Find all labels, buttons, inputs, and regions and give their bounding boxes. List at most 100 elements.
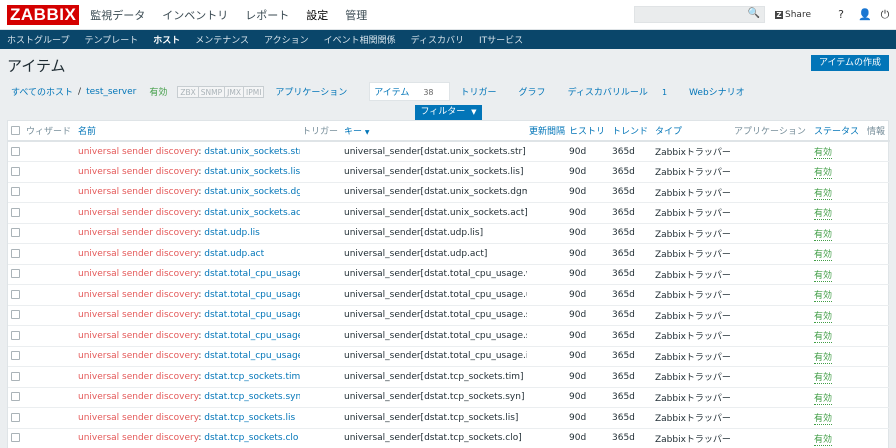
discovery-rule-link[interactable]: universal sender discovery	[78, 331, 198, 341]
status-toggle[interactable]: 有効	[814, 291, 833, 303]
tab-items[interactable]: アイテム 38	[369, 82, 450, 101]
subnav-actions[interactable]: アクション	[263, 33, 310, 46]
status-toggle[interactable]: 有効	[814, 250, 833, 262]
status-toggle[interactable]: 有効	[814, 373, 833, 385]
row-checkbox[interactable]	[11, 187, 20, 197]
row-checkbox[interactable]	[11, 146, 20, 156]
status-toggle[interactable]: 有効	[814, 434, 833, 446]
discovery-rule-link[interactable]: universal sender discovery	[78, 187, 198, 197]
row-checkbox[interactable]	[11, 330, 20, 340]
discovery-rule-link[interactable]: universal sender discovery	[78, 208, 198, 218]
item-name-link[interactable]: dstat.total_cpu_usage.stl	[204, 331, 300, 341]
discovery-rule-link[interactable]: universal sender discovery	[78, 167, 198, 177]
row-checkbox[interactable]	[11, 248, 20, 258]
item-name-link[interactable]: dstat.total_cpu_usage.sys	[204, 310, 300, 320]
status-toggle[interactable]: 有効	[814, 148, 833, 159]
tab-web-scenarios[interactable]: Webシナリオ	[689, 85, 756, 98]
header-trends[interactable]: トレンド	[610, 121, 653, 142]
search-input[interactable]: 🔍	[634, 6, 766, 23]
nav-inventory[interactable]: インベントリ	[161, 7, 229, 23]
subnav-hosts[interactable]: ホスト	[152, 33, 181, 46]
row-checkbox[interactable]	[11, 412, 20, 422]
row-checkbox[interactable]	[11, 228, 20, 238]
row-checkbox[interactable]	[11, 351, 20, 361]
status-toggle[interactable]: 有効	[814, 270, 833, 282]
subnav-it-services[interactable]: ITサービス	[478, 33, 524, 46]
item-name-link[interactable]: dstat.unix_sockets.lis	[204, 167, 300, 177]
status-toggle[interactable]: 有効	[814, 209, 833, 221]
item-name-link[interactable]: dstat.tcp_sockets.clo	[204, 433, 298, 443]
nav-monitoring[interactable]: 監視データ	[89, 7, 146, 23]
breadcrumb-host[interactable]: test_server	[86, 87, 136, 97]
discovery-rule-link[interactable]: universal sender discovery	[78, 372, 198, 382]
zabbix-logo[interactable]: ZABBIX	[7, 4, 80, 25]
header-history[interactable]: ヒストリ	[567, 121, 610, 142]
discovery-rule-link[interactable]: universal sender discovery	[78, 392, 198, 402]
item-name-link[interactable]: dstat.unix_sockets.act	[204, 208, 300, 218]
search-icon[interactable]: 🔍	[748, 8, 760, 19]
triggers-cell	[300, 407, 342, 429]
discovery-rule-link[interactable]: universal sender discovery	[78, 413, 198, 423]
applications-cell	[732, 284, 812, 306]
header-status[interactable]: ステータス	[812, 121, 865, 142]
tab-discovery-rules[interactable]: ディスカバリルール 1	[568, 85, 678, 98]
discovery-rule-link[interactable]: universal sender discovery	[78, 290, 198, 300]
filter-toggle-button[interactable]: フィルター ▼	[415, 105, 482, 120]
row-checkbox[interactable]	[11, 207, 20, 217]
header-key[interactable]: キー ▼	[342, 121, 527, 142]
power-icon[interactable]: ⏻	[880, 8, 890, 22]
item-name-link[interactable]: dstat.total_cpu_usage.idl	[204, 351, 300, 361]
header-type[interactable]: タイプ	[653, 121, 732, 142]
item-name-link[interactable]: dstat.tcp_sockets.syn	[204, 392, 300, 402]
share-link[interactable]: Z Share	[775, 10, 811, 20]
help-icon[interactable]: ?	[836, 8, 846, 21]
discovery-rule-link[interactable]: universal sender discovery	[78, 147, 198, 157]
nav-configuration[interactable]: 設定	[305, 7, 329, 23]
row-checkbox[interactable]	[11, 371, 20, 381]
row-checkbox[interactable]	[11, 310, 20, 320]
status-toggle[interactable]: 有効	[814, 311, 833, 323]
user-icon[interactable]: 👤	[858, 8, 872, 21]
status-toggle[interactable]: 有効	[814, 393, 833, 405]
discovery-rule-link[interactable]: universal sender discovery	[78, 351, 198, 361]
discovery-rule-link[interactable]: universal sender discovery	[78, 249, 198, 259]
discovery-rule-link[interactable]: universal sender discovery	[78, 310, 198, 320]
create-item-button[interactable]: アイテムの作成	[811, 55, 889, 71]
nav-reports[interactable]: レポート	[244, 7, 290, 23]
row-checkbox[interactable]	[11, 289, 20, 299]
subnav-event-correlation[interactable]: イベント相関関係	[323, 33, 397, 46]
item-name-link[interactable]: dstat.unix_sockets.dgm	[204, 187, 300, 197]
subnav-templates[interactable]: テンプレート	[83, 33, 139, 46]
header-name[interactable]: 名前	[76, 121, 300, 142]
row-checkbox[interactable]	[11, 392, 20, 402]
subnav-discovery[interactable]: ディスカバリ	[410, 33, 465, 46]
status-toggle[interactable]: 有効	[814, 188, 833, 200]
status-toggle[interactable]: 有効	[814, 168, 833, 180]
nav-administration[interactable]: 管理	[344, 7, 368, 23]
status-toggle[interactable]: 有効	[814, 352, 833, 364]
item-name-link[interactable]: dstat.udp.act	[204, 249, 264, 259]
subnav-host-groups[interactable]: ホストグループ	[6, 33, 70, 46]
tab-applications[interactable]: アプリケーション	[275, 85, 358, 98]
discovery-rule-link[interactable]: universal sender discovery	[78, 269, 198, 279]
item-name-link[interactable]: dstat.tcp_sockets.lis	[204, 413, 295, 423]
item-name-link[interactable]: dstat.total_cpu_usage.usr	[204, 290, 300, 300]
breadcrumb-all-hosts[interactable]: すべてのホスト	[11, 85, 73, 98]
status-toggle[interactable]: 有効	[814, 332, 833, 344]
discovery-rule-link[interactable]: universal sender discovery	[78, 228, 198, 238]
select-all-checkbox[interactable]	[11, 125, 20, 135]
tab-graphs[interactable]: グラフ	[519, 85, 557, 98]
row-checkbox[interactable]	[11, 433, 20, 443]
subnav-maintenance[interactable]: メンテナンス	[194, 33, 250, 46]
header-interval[interactable]: 更新間隔	[527, 121, 567, 142]
discovery-rule-link[interactable]: universal sender discovery	[78, 433, 198, 443]
row-checkbox[interactable]	[11, 269, 20, 279]
status-toggle[interactable]: 有効	[814, 414, 833, 426]
item-name-link[interactable]: dstat.total_cpu_usage.wai	[204, 269, 300, 279]
item-name-link[interactable]: dstat.tcp_sockets.tim	[204, 372, 300, 382]
item-name-link[interactable]: dstat.unix_sockets.str	[204, 147, 300, 157]
tab-triggers[interactable]: トリガー	[461, 85, 508, 98]
status-toggle[interactable]: 有効	[814, 229, 833, 241]
row-checkbox[interactable]	[11, 166, 20, 176]
item-name-link[interactable]: dstat.udp.lis	[204, 228, 260, 238]
